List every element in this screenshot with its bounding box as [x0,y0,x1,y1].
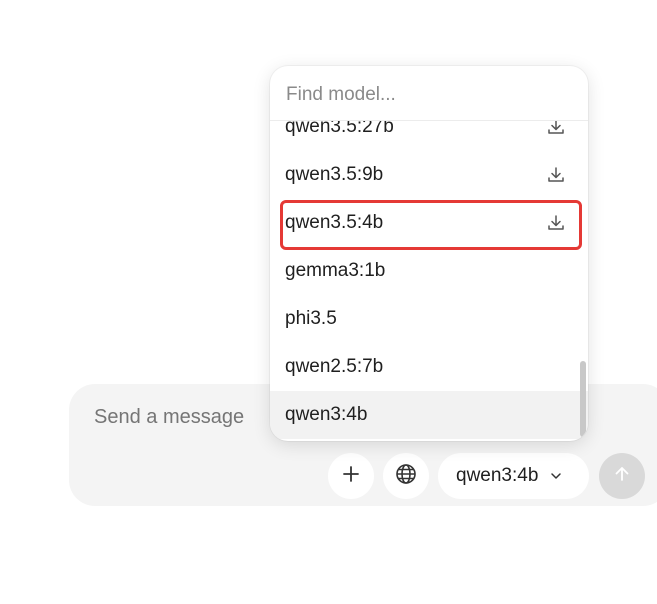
model-item-qwen3-4b[interactable]: qwen3:4b [270,391,588,439]
send-button[interactable] [599,453,645,499]
chevron-down-icon [550,470,562,482]
page: qwen3:4b qwen3.5:27b qwen3.5:9b [0,0,657,604]
model-item-label: qwen3.5:4b [285,212,384,233]
model-item-qwen2.5-7b[interactable]: qwen2.5:7b [270,343,588,391]
find-model-input[interactable] [286,80,566,110]
arrow-up-icon [612,464,632,489]
download-icon[interactable] [546,213,566,233]
scrollbar[interactable] [580,121,586,437]
model-item-qwen3.5-4b[interactable]: qwen3.5:4b [270,199,588,247]
download-icon[interactable] [546,165,566,185]
download-icon[interactable] [546,121,566,137]
model-item-label: qwen3.5:27b [285,121,394,137]
scrollbar-thumb[interactable] [580,361,586,437]
globe-icon [395,463,417,490]
selected-model-label: qwen3:4b [456,465,539,486]
web-search-button[interactable] [383,453,429,499]
model-item-label: qwen3:4b [285,404,368,425]
plus-icon [341,464,361,489]
model-item-label: qwen3.5:9b [285,164,384,185]
model-item-label: phi3.5 [285,308,337,329]
model-dropdown: qwen3.5:27b qwen3.5:9b qwen3.5:4b gemma3… [270,66,588,441]
model-selector[interactable]: qwen3:4b [438,453,589,499]
model-item-label: qwen2.5:7b [285,356,384,377]
model-item-label: gemma3:1b [285,260,386,281]
model-list: qwen3.5:27b qwen3.5:9b qwen3.5:4b gemma3… [270,121,588,441]
model-item-qwen3.5-9b[interactable]: qwen3.5:9b [270,151,588,199]
add-attachment-button[interactable] [328,453,374,499]
model-item-qwen3.5-27b[interactable]: qwen3.5:27b [270,121,588,151]
model-item-gemma3-1b[interactable]: gemma3:1b [270,247,588,295]
model-item-phi3.5[interactable]: phi3.5 [270,295,588,343]
